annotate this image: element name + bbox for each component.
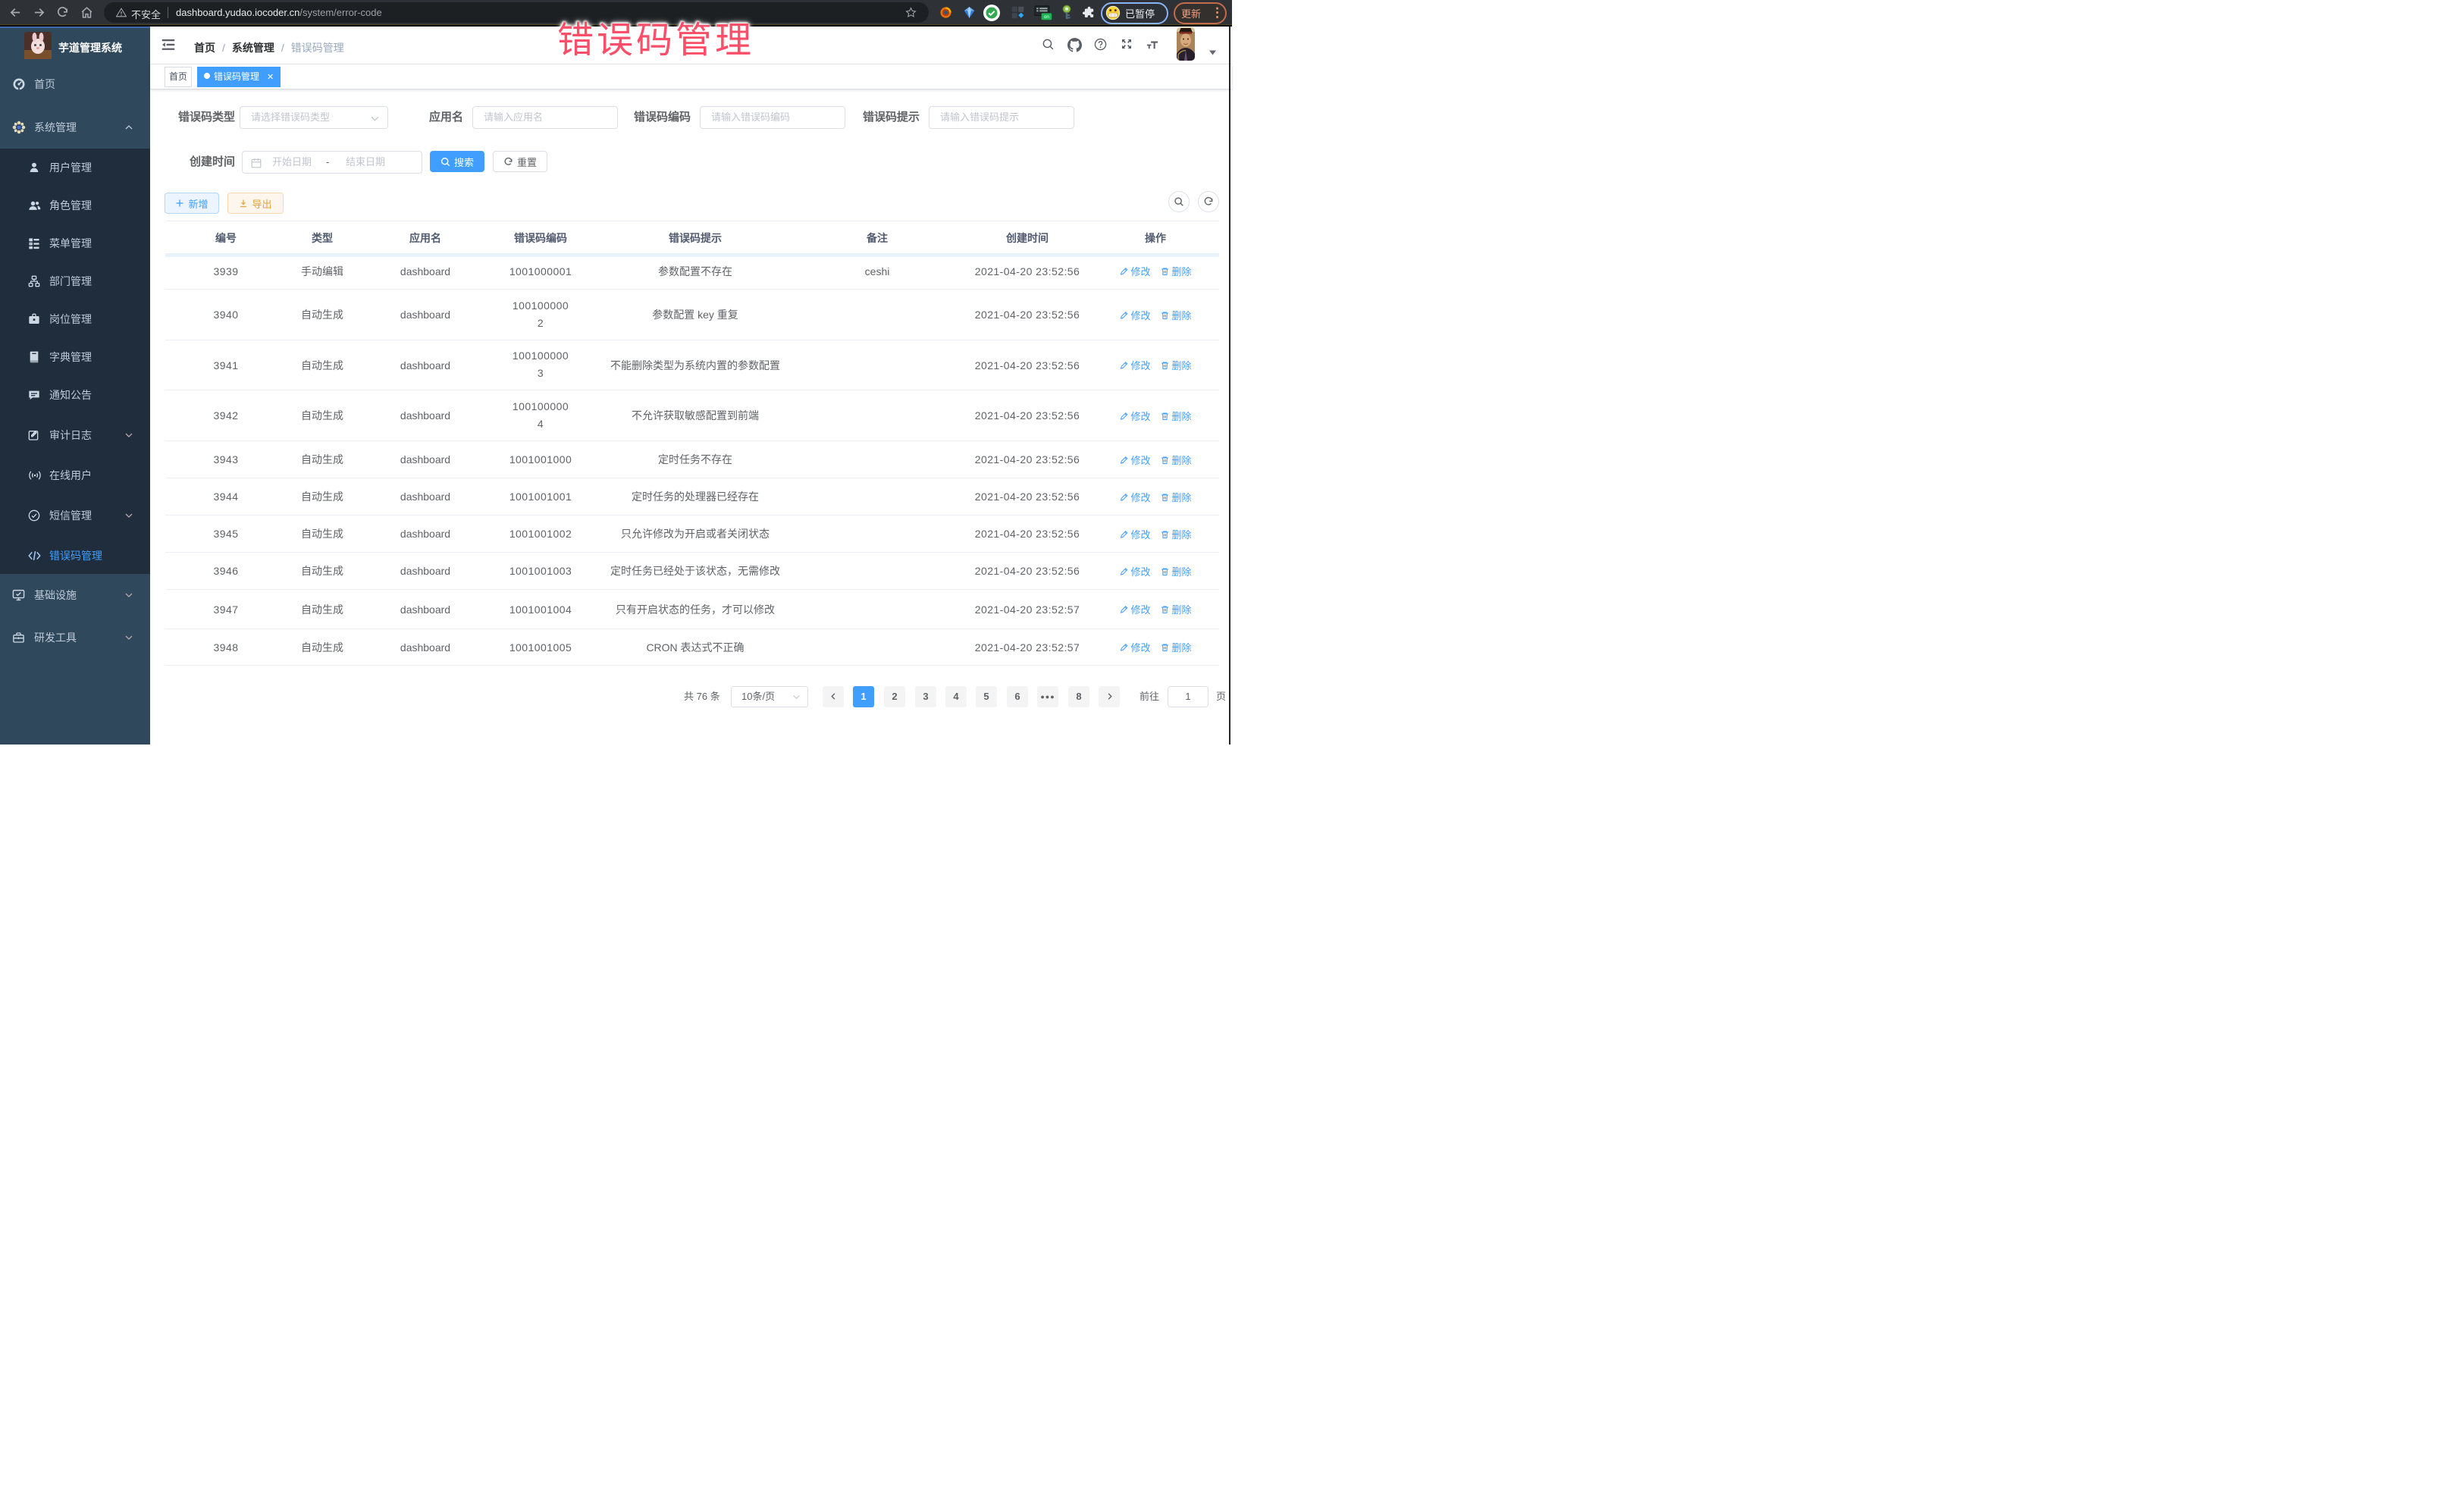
svg-text:on: on: [1044, 14, 1050, 20]
